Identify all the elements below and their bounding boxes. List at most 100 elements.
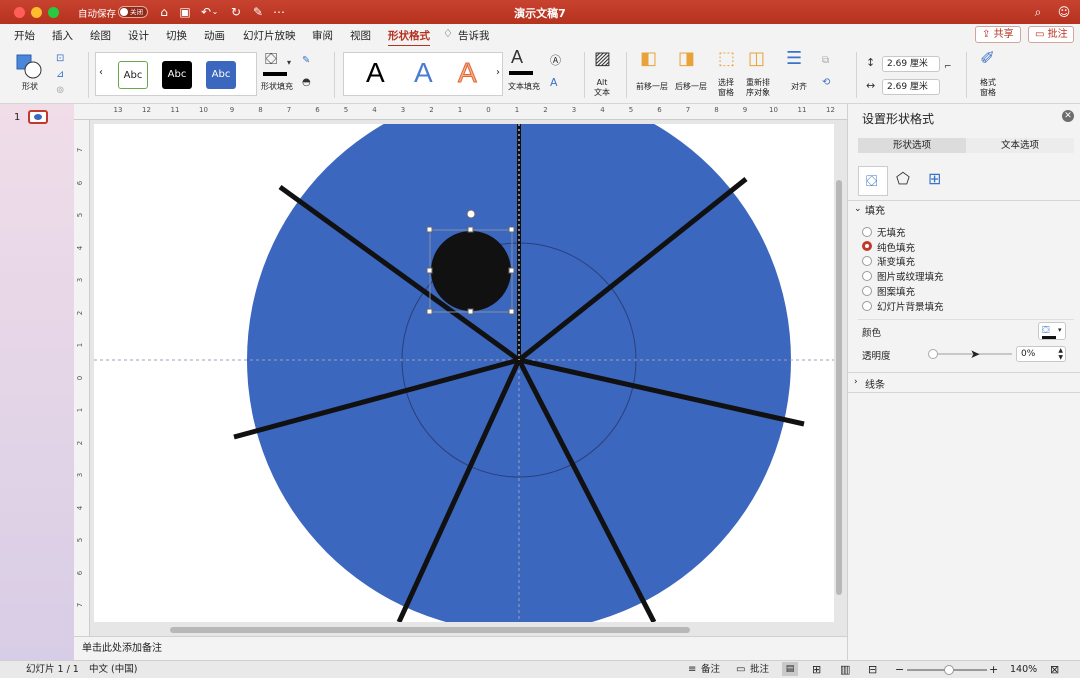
- zoom-in-icon[interactable]: +: [989, 661, 998, 678]
- radio-picture-fill[interactable]: [862, 271, 872, 281]
- account-icon[interactable]: ☺: [1056, 4, 1072, 20]
- line-section-chevron-icon[interactable]: ›: [854, 377, 858, 387]
- size-icon[interactable]: ⊞: [928, 171, 941, 187]
- tab-animations[interactable]: 动画: [204, 28, 225, 43]
- fill-section-chevron-icon[interactable]: ⌄: [854, 204, 862, 214]
- notes-pane[interactable]: 单击此处添加备注: [74, 636, 847, 660]
- wordart-sample-black[interactable]: A: [366, 57, 385, 89]
- format-pane-icon[interactable]: ✐: [980, 50, 995, 68]
- shape-effects-icon[interactable]: ◓: [302, 76, 311, 90]
- radio-gradient-fill[interactable]: [862, 256, 872, 266]
- slider-thumb[interactable]: [928, 349, 938, 359]
- share-button[interactable]: ⇪ 共享: [975, 26, 1021, 43]
- zoom-out-icon[interactable]: −: [895, 661, 904, 678]
- slide-canvas[interactable]: [94, 124, 834, 622]
- text-effects-icon[interactable]: A: [550, 76, 558, 90]
- resize-handle[interactable]: [508, 226, 515, 233]
- radio-slide-background-fill[interactable]: [862, 301, 872, 311]
- send-backward-icon[interactable]: ◨: [678, 50, 695, 68]
- redo-icon[interactable]: ↻: [228, 4, 244, 20]
- shapes-icon[interactable]: [16, 54, 42, 80]
- zoom-level[interactable]: 140%: [1010, 661, 1037, 678]
- group-icon[interactable]: ⧉: [822, 54, 829, 68]
- tab-text-options[interactable]: 文本选项: [966, 138, 1074, 153]
- zoom-slider-thumb[interactable]: [944, 665, 954, 675]
- reading-view-icon[interactable]: ▥: [840, 661, 850, 678]
- resize-handle[interactable]: [467, 308, 474, 315]
- tab-transitions[interactable]: 切换: [166, 28, 187, 43]
- radio-pattern-fill[interactable]: [862, 286, 872, 296]
- language-indicator[interactable]: 中文 (中国): [89, 661, 137, 678]
- resize-handle[interactable]: [426, 267, 433, 274]
- edit-shape-icon[interactable]: ⊿: [56, 68, 64, 82]
- slide-thumbnail[interactable]: [28, 110, 48, 124]
- style-sample-blue[interactable]: Abc: [206, 61, 236, 89]
- shape-outline-icon[interactable]: ✎: [302, 54, 310, 68]
- text-outline-icon[interactable]: Ⓐ: [550, 54, 561, 68]
- color-picker-button[interactable]: ⛋ ▾: [1038, 322, 1066, 340]
- fit-to-window-icon[interactable]: ⊠: [1050, 661, 1059, 678]
- tab-view[interactable]: 视图: [350, 28, 371, 43]
- transparency-input[interactable]: 0% ▲ ▼: [1016, 346, 1066, 362]
- tab-draw[interactable]: 绘图: [90, 28, 111, 43]
- fill-line-tab[interactable]: ⛋: [858, 166, 888, 196]
- tab-slideshow[interactable]: 幻灯片放映: [243, 28, 296, 43]
- tab-shape-options[interactable]: 形状选项: [858, 138, 966, 153]
- home-icon[interactable]: ⌂: [156, 4, 172, 20]
- tab-insert[interactable]: 插入: [52, 28, 73, 43]
- resize-handle[interactable]: [426, 308, 433, 315]
- undo-dropdown-icon[interactable]: ⌄: [211, 4, 219, 20]
- wordart-sample-blue[interactable]: A: [414, 57, 433, 89]
- rotate-icon[interactable]: ⟲: [822, 76, 830, 90]
- stepper-icon[interactable]: ▲ ▼: [1058, 347, 1063, 361]
- style-sample-black[interactable]: Abc: [162, 61, 192, 89]
- tab-design[interactable]: 设计: [128, 28, 149, 43]
- tab-shape-format[interactable]: 形状格式: [388, 28, 430, 47]
- resize-handle[interactable]: [467, 226, 474, 233]
- text-fill-icon[interactable]: A: [511, 48, 523, 66]
- tab-home[interactable]: 开始: [14, 28, 35, 43]
- zoom-slider[interactable]: [907, 665, 987, 675]
- radio-no-fill[interactable]: [862, 227, 872, 237]
- gallery-next-icon[interactable]: ›: [496, 67, 500, 78]
- width-input[interactable]: 2.69 厘米: [882, 79, 940, 95]
- resize-handle[interactable]: [508, 267, 515, 274]
- close-window-button[interactable]: [14, 7, 25, 18]
- slide-sorter-icon[interactable]: ⊞: [812, 661, 821, 678]
- rotate-handle-icon[interactable]: [466, 209, 476, 219]
- more-icon[interactable]: ⋯: [271, 4, 287, 20]
- reorder-objects-icon[interactable]: ◫: [748, 50, 765, 68]
- normal-view-icon[interactable]: ▤: [782, 662, 798, 676]
- merge-shapes-icon[interactable]: ⊚: [56, 84, 64, 98]
- resize-handle[interactable]: [426, 226, 433, 233]
- alt-text-icon[interactable]: ▨: [594, 50, 611, 68]
- line-section-header[interactable]: 线条: [865, 376, 885, 391]
- minimize-window-button[interactable]: [31, 7, 42, 18]
- comments-toggle[interactable]: 批注: [750, 661, 769, 678]
- tab-review[interactable]: 审阅: [312, 28, 333, 43]
- wordart-sample-orange[interactable]: A: [458, 57, 478, 89]
- resize-handle[interactable]: [508, 308, 515, 315]
- slideshow-icon[interactable]: ⊟: [868, 661, 877, 678]
- black-dot-shape[interactable]: [431, 231, 511, 311]
- paint-bucket-icon[interactable]: ⛋: [265, 51, 277, 67]
- save-icon[interactable]: ▣: [177, 4, 193, 20]
- zoom-window-button[interactable]: [48, 7, 59, 18]
- bring-forward-icon[interactable]: ◧: [640, 50, 657, 68]
- comments-button[interactable]: ▭ 批注: [1028, 26, 1074, 43]
- fill-section-header[interactable]: 填充: [865, 202, 885, 217]
- pentagon-icon[interactable]: ⬠: [896, 171, 910, 187]
- selection-pane-icon[interactable]: ⬚: [718, 50, 735, 68]
- align-icon[interactable]: ☰: [786, 50, 802, 68]
- autosave-toggle[interactable]: 关闭: [118, 6, 148, 18]
- lock-aspect-icon[interactable]: ⌐: [944, 60, 952, 74]
- text-box-icon[interactable]: ⊡: [56, 52, 64, 66]
- gallery-prev-icon[interactable]: ‹: [99, 67, 103, 78]
- tab-tell-me[interactable]: 告诉我: [458, 28, 490, 43]
- document-icon[interactable]: ✎: [250, 4, 266, 20]
- notes-toggle[interactable]: 备注: [701, 661, 720, 678]
- fill-dropdown-icon[interactable]: ▾: [287, 56, 291, 70]
- height-input[interactable]: 2.69 厘米: [882, 56, 940, 72]
- style-sample-outline[interactable]: Abc: [118, 61, 148, 89]
- close-panel-icon[interactable]: ✕: [1062, 110, 1074, 122]
